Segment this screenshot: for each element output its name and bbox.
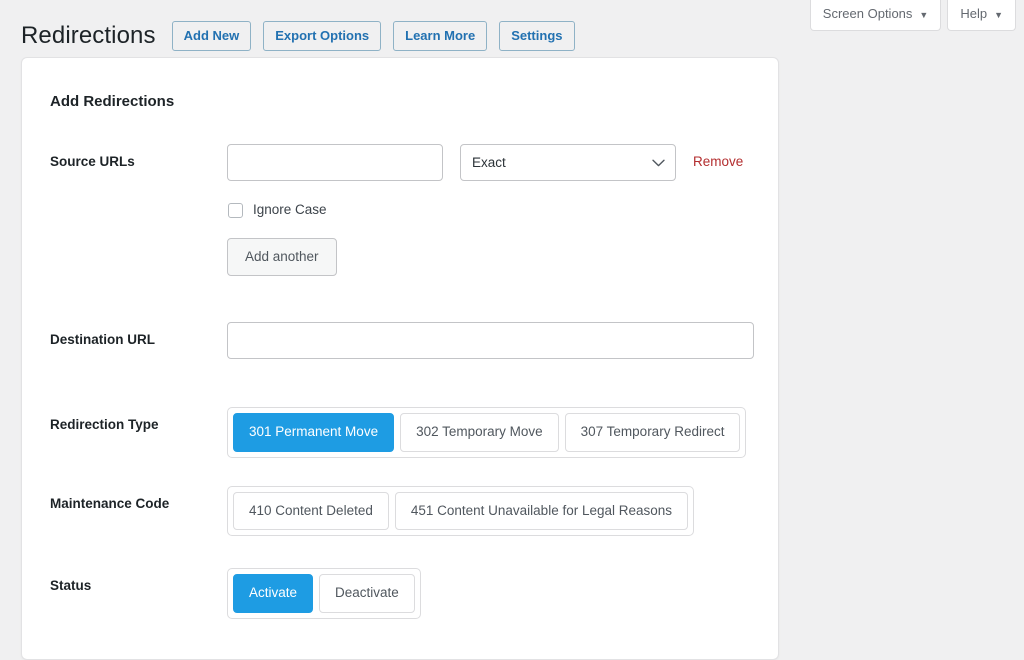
- maintenance-code-row: Maintenance Code 410 Content Deleted 451…: [50, 485, 750, 537]
- source-url-input[interactable]: [227, 144, 443, 181]
- help-tab[interactable]: Help ▼: [947, 0, 1016, 32]
- screen-meta-tabs: Screen Options ▼ Help ▼: [809, 0, 1016, 32]
- destination-url-row: Destination URL: [50, 322, 754, 360]
- redirection-type-option-302[interactable]: 302 Temporary Move: [400, 413, 559, 452]
- maintenance-code-label: Maintenance Code: [50, 495, 170, 511]
- maintenance-code-option-410[interactable]: 410 Content Deleted: [233, 491, 389, 531]
- redirection-type-label: Redirection Type: [50, 417, 159, 433]
- maintenance-code-field: 410 Content Deleted 451 Content Unavaila…: [227, 485, 750, 537]
- maintenance-code-group: 410 Content Deleted 451 Content Unavaila…: [227, 485, 695, 537]
- match-type-select[interactable]: Exact: [460, 144, 676, 181]
- add-new-button[interactable]: Add New: [171, 21, 252, 51]
- learn-more-button[interactable]: Learn More: [393, 21, 488, 51]
- page-title: Redirections: [21, 22, 156, 50]
- status-option-activate[interactable]: Activate: [233, 574, 314, 613]
- redirection-type-option-307[interactable]: 307 Temporary Redirect: [564, 413, 741, 452]
- redirection-type-row: Redirection Type 301 Permanent Move 302 …: [50, 407, 750, 458]
- destination-url-label: Destination URL: [50, 332, 156, 348]
- chevron-down-icon: ▼: [919, 9, 929, 20]
- add-another-button[interactable]: Add another: [227, 237, 337, 277]
- destination-url-input[interactable]: [227, 322, 754, 360]
- help-label: Help: [960, 6, 988, 21]
- redirection-type-group: 301 Permanent Move 302 Temporary Move 30…: [227, 407, 747, 458]
- settings-button[interactable]: Settings: [499, 21, 575, 51]
- status-option-deactivate[interactable]: Deactivate: [319, 574, 415, 613]
- source-urls-label: Source URLs: [50, 154, 135, 169]
- screen-options-tab[interactable]: Screen Options ▼: [809, 0, 942, 32]
- destination-url-field: [227, 322, 754, 360]
- source-urls-row: Source URLs Exact Remove Ignore Case Add…: [50, 144, 750, 277]
- add-redirections-card: Add Redirections Source URLs Exact Remov…: [21, 57, 779, 660]
- match-type-select-wrap: Exact: [460, 144, 676, 181]
- ignore-case-checkbox[interactable]: [228, 202, 243, 218]
- source-urls-input-line: Exact Remove: [227, 144, 750, 181]
- remove-source-url-link[interactable]: Remove: [693, 153, 743, 172]
- export-options-button[interactable]: Export Options: [263, 21, 382, 51]
- status-label: Status: [50, 578, 92, 594]
- source-urls-field: Exact Remove Ignore Case Add another: [227, 144, 750, 277]
- chevron-down-icon: ▼: [994, 9, 1003, 20]
- ignore-case-label: Ignore Case: [253, 202, 327, 217]
- redirection-type-option-301[interactable]: 301 Permanent Move: [233, 413, 395, 452]
- card-title: Add Redirections: [50, 93, 175, 110]
- redirection-type-field: 301 Permanent Move 302 Temporary Move 30…: [227, 407, 750, 458]
- screen-options-label: Screen Options: [822, 6, 913, 21]
- ignore-case-row: Ignore Case: [227, 201, 750, 220]
- maintenance-code-option-451[interactable]: 451 Content Unavailable for Legal Reason…: [394, 491, 689, 531]
